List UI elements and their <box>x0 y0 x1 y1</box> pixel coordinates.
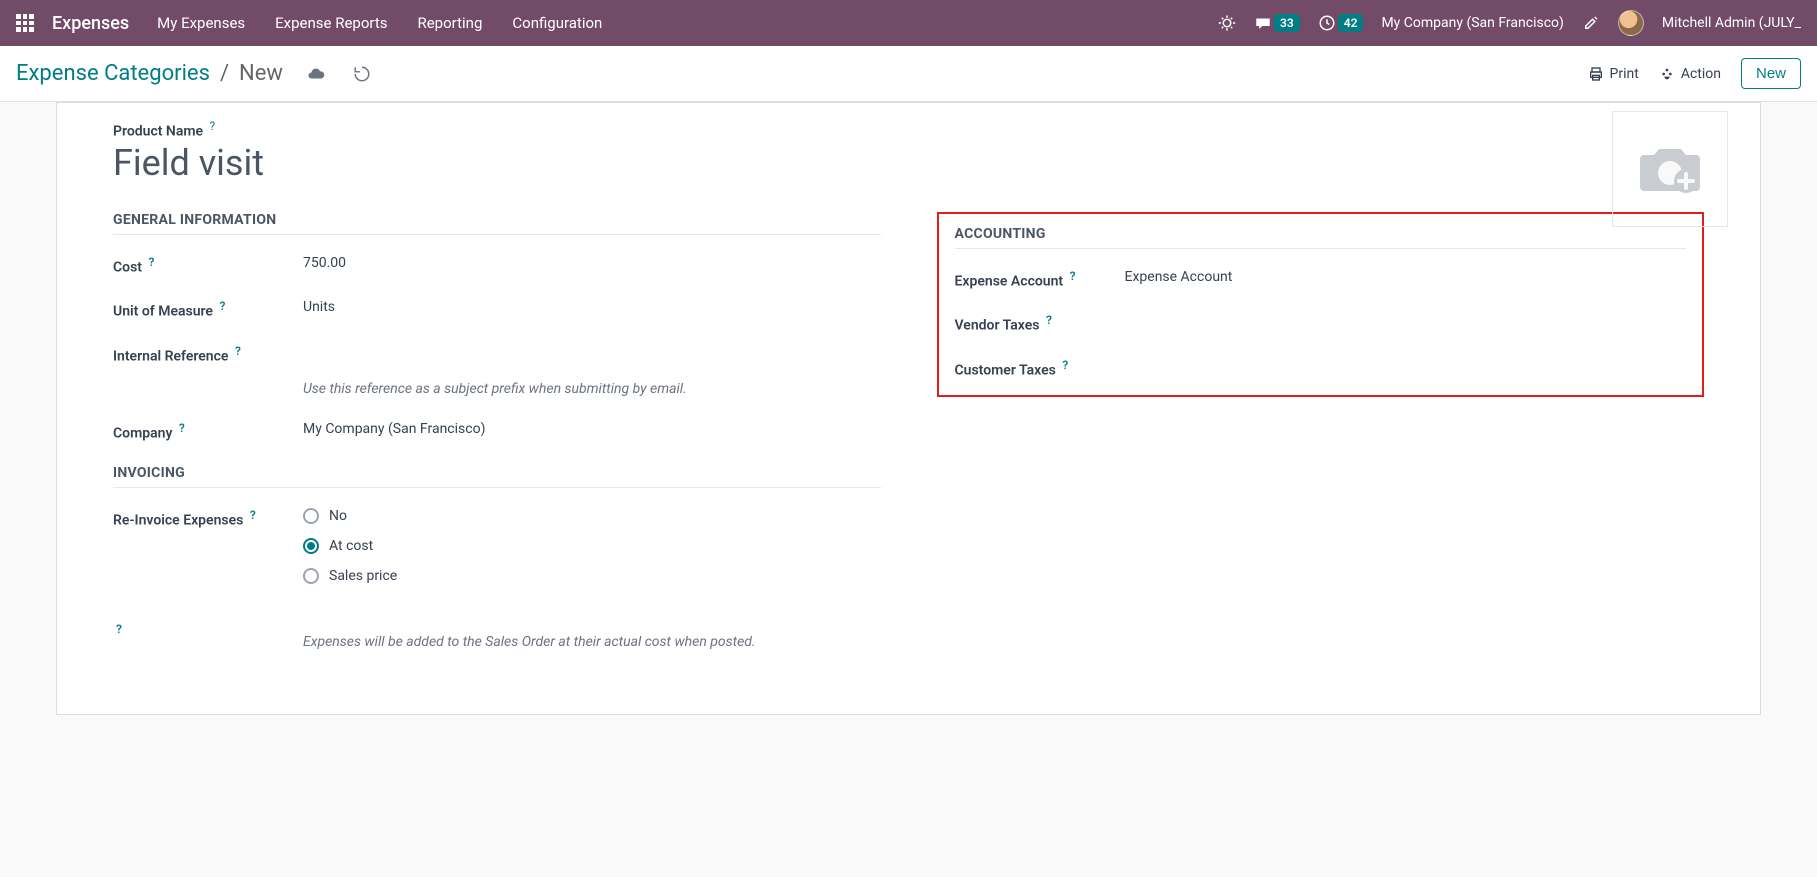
accounting-highlighted-box: Accounting Expense Account ? Expense Acc… <box>937 212 1705 397</box>
activities-icon[interactable]: 42 <box>1318 14 1364 32</box>
radio-icon <box>303 538 319 554</box>
internal-ref-row: Internal Reference ? <box>113 344 881 365</box>
expense-account-label: Expense Account <box>955 273 1064 289</box>
avatar[interactable] <box>1618 10 1644 36</box>
toolbar-right: Print Action New <box>1588 58 1801 89</box>
menu-expense-reports[interactable]: Expense Reports <box>275 14 387 32</box>
help-icon[interactable]: ? <box>210 119 216 133</box>
toolbar: Expense Categories / New Print Action Ne… <box>0 46 1817 102</box>
cost-value[interactable]: 750.00 <box>303 255 881 271</box>
reinvoice-options: No At cost Sales price <box>303 508 881 598</box>
customer-taxes-row: Customer Taxes ? <box>955 358 1687 379</box>
bug-icon[interactable] <box>1218 14 1236 32</box>
new-button[interactable]: New <box>1741 58 1801 89</box>
tools-icon[interactable] <box>1582 14 1600 32</box>
customer-taxes-label: Customer Taxes <box>955 363 1056 379</box>
action-label: Action <box>1681 66 1721 82</box>
activities-badge: 42 <box>1338 14 1364 32</box>
expense-account-row: Expense Account ? Expense Account <box>955 269 1687 290</box>
product-name-label: Product Name <box>113 124 203 140</box>
help-icon[interactable]: ? <box>1062 358 1068 372</box>
help-icon[interactable]: ? <box>235 344 241 358</box>
cost-row: Cost ? 750.00 <box>113 255 881 276</box>
reinvoice-hint: Expenses will be added to the Sales Orde… <box>303 634 881 650</box>
menu-reporting[interactable]: Reporting <box>417 14 482 32</box>
radio-icon <box>303 508 319 524</box>
top-menu: My Expenses Expense Reports Reporting Co… <box>157 14 1218 32</box>
radio-option-at-cost[interactable]: At cost <box>303 538 881 554</box>
radio-icon <box>303 568 319 584</box>
radio-option-sales-price[interactable]: Sales price <box>303 568 881 584</box>
reinvoice-row: Re-Invoice Expenses ? No At cost <box>113 508 881 598</box>
company-value[interactable]: My Company (San Francisco) <box>303 421 881 437</box>
messages-badge: 33 <box>1274 14 1300 32</box>
vendor-taxes-label: Vendor Taxes <box>955 318 1040 334</box>
messages-icon[interactable]: 33 <box>1254 14 1300 32</box>
breadcrumb: Expense Categories / New <box>16 61 283 86</box>
company-row: Company ? My Company (San Francisco) <box>113 421 881 442</box>
uom-value[interactable]: Units <box>303 299 881 315</box>
apps-icon[interactable] <box>16 14 34 32</box>
internal-ref-label: Internal Reference <box>113 349 228 365</box>
breadcrumb-root[interactable]: Expense Categories <box>16 61 210 86</box>
top-right: 33 42 My Company (San Francisco) Mitchel… <box>1218 10 1801 36</box>
company-label: Company <box>113 425 172 441</box>
section-accounting-title: Accounting <box>955 226 1687 249</box>
section-invoicing-title: Invoicing <box>113 465 881 488</box>
cloud-save-icon[interactable] <box>307 65 325 83</box>
action-button[interactable]: Action <box>1659 66 1721 82</box>
print-label: Print <box>1610 66 1639 82</box>
right-column: Accounting Expense Account ? Expense Acc… <box>937 212 1705 675</box>
form-sheet: Product Name ? Field visit General Infor… <box>56 102 1761 715</box>
company-switcher[interactable]: My Company (San Francisco) <box>1381 15 1563 31</box>
menu-my-expenses[interactable]: My Expenses <box>157 14 245 32</box>
canvas: Product Name ? Field visit General Infor… <box>0 102 1817 715</box>
breadcrumb-sep: / <box>220 61 229 86</box>
help-icon[interactable]: ? <box>250 508 256 522</box>
left-column: General Information Cost ? 750.00 Unit o… <box>113 212 881 675</box>
uom-row: Unit of Measure ? Units <box>113 299 881 320</box>
radio-label-sales-price: Sales price <box>329 568 397 584</box>
breadcrumb-current: New <box>239 61 283 86</box>
radio-option-no[interactable]: No <box>303 508 881 524</box>
form-columns: General Information Cost ? 750.00 Unit o… <box>113 212 1704 675</box>
expense-account-value[interactable]: Expense Account <box>1125 269 1687 285</box>
radio-label-at-cost: At cost <box>329 538 373 554</box>
print-button[interactable]: Print <box>1588 66 1639 82</box>
section-general-title: General Information <box>113 212 881 235</box>
product-name-field: Product Name ? Field visit <box>113 119 1704 184</box>
product-name-value[interactable]: Field visit <box>113 142 1704 184</box>
topbar: Expenses My Expenses Expense Reports Rep… <box>0 0 1817 46</box>
reinvoice-label: Re-Invoice Expenses <box>113 513 243 529</box>
radio-label-no: No <box>329 508 347 524</box>
internal-ref-hint: Use this reference as a subject prefix w… <box>303 381 881 397</box>
uom-label: Unit of Measure <box>113 304 213 320</box>
help-icon[interactable]: ? <box>148 255 154 269</box>
reinvoice-hint-row: ? Expenses will be added to the Sales Or… <box>113 622 881 650</box>
help-icon[interactable]: ? <box>219 299 225 313</box>
menu-configuration[interactable]: Configuration <box>512 14 602 32</box>
app-name[interactable]: Expenses <box>52 13 129 34</box>
help-icon[interactable]: ? <box>1070 269 1076 283</box>
help-icon[interactable]: ? <box>116 622 122 636</box>
help-icon[interactable]: ? <box>1046 313 1052 327</box>
cost-label: Cost <box>113 259 142 275</box>
toolbar-status-icons <box>307 65 371 83</box>
vendor-taxes-row: Vendor Taxes ? <box>955 313 1687 334</box>
internal-ref-hint-row: Use this reference as a subject prefix w… <box>113 369 881 397</box>
user-menu[interactable]: Mitchell Admin (JULY_ <box>1662 15 1801 31</box>
help-icon[interactable]: ? <box>179 421 185 435</box>
image-placeholder[interactable] <box>1612 111 1728 227</box>
discard-icon[interactable] <box>353 65 371 83</box>
